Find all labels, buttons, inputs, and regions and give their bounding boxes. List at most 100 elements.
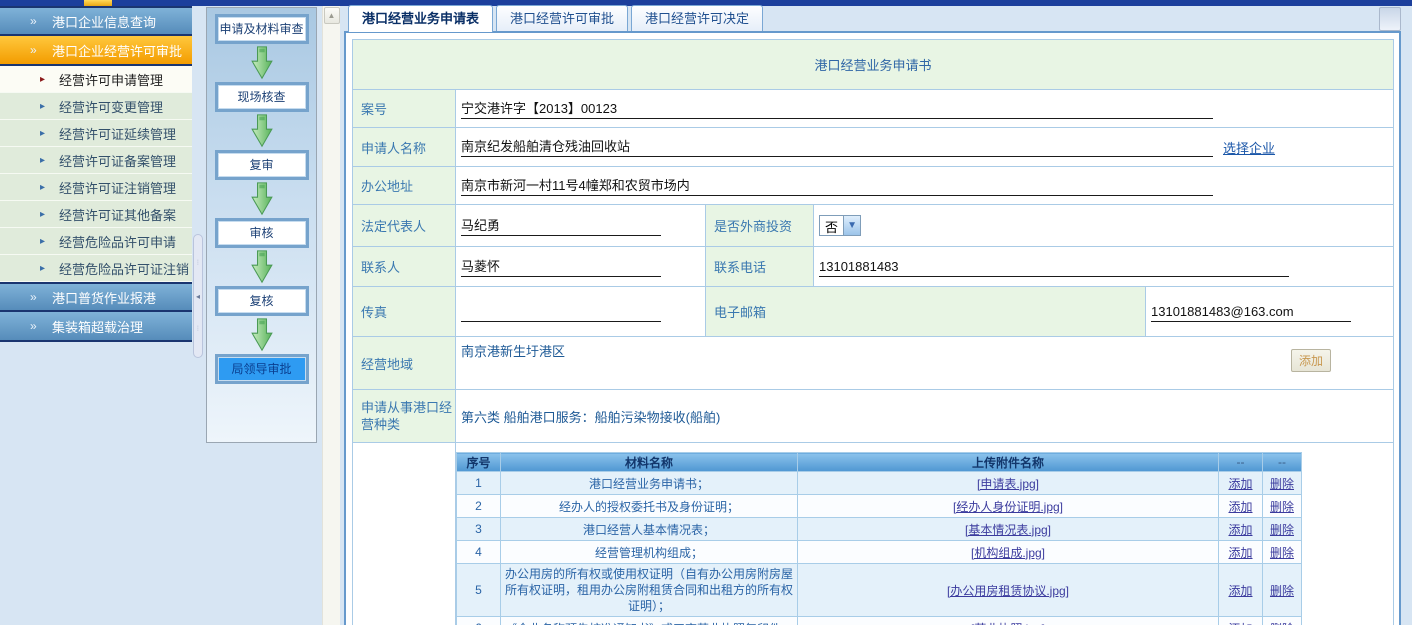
add-attachment-link[interactable]: 添加: [1228, 584, 1252, 598]
legal-rep-input[interactable]: 马纪勇: [461, 216, 661, 236]
add-attachment-link[interactable]: 添加: [1228, 546, 1252, 560]
vertical-scrollbar[interactable]: ▲: [322, 6, 340, 625]
sidebar-submenu: ▸经营许可申请管理 ▸ 经营许可变更管理 ▸ 经营许可证延续管理 ▸ 经营许可证备案管…: [0, 66, 192, 282]
material-name: 港口经营业务申请书；: [501, 472, 798, 495]
submenu-arrow-icon: ▸: [40, 182, 52, 193]
material-name: 经营管理机构组成；: [501, 541, 798, 564]
submenu-item-label: 经营许可证其他备案: [59, 205, 176, 224]
submenu-item-label: 经营许可证备案管理: [59, 151, 176, 170]
col-file-header: 上传附件名称: [798, 453, 1219, 472]
col-delete-header: --: [1263, 453, 1302, 472]
main-area: 港口经营业务申请表 港口经营许可审批 港口经营许可决定 港口经营业务申请书 案号…: [344, 5, 1403, 625]
attachment-file-link[interactable]: [办公用房租赁协议.jpg]: [947, 584, 1069, 598]
add-attachment-link[interactable]: 添加: [1228, 477, 1252, 491]
foreign-investment-value: 否: [820, 216, 843, 235]
workflow-step-site-check[interactable]: 现场核查: [215, 82, 309, 112]
submenu-item-label: 经营危险品许可申请: [59, 232, 176, 251]
submenu-arrow-icon: ▸: [40, 128, 52, 139]
table-row: 2 经办人的授权委托书及身份证明； [经办人身份证明.jpg] 添加 删除: [457, 495, 1302, 518]
sidebar-item-label: 港口企业经营许可审批: [52, 41, 182, 60]
row-no: 5: [457, 564, 501, 617]
submenu-arrow-icon: ▸: [40, 101, 52, 112]
application-form: 港口经营业务申请书 案号 宁交港许字【2013】00123 申请人名称 南京纪发…: [352, 39, 1394, 625]
material-name: 经办人的授权委托书及身份证明；: [501, 495, 798, 518]
delete-attachment-link[interactable]: 删除: [1270, 523, 1294, 537]
table-row: 1 港口经营业务申请书； [申请表.jpg] 添加 删除: [457, 472, 1302, 495]
submenu-item-label: 经营许可变更管理: [59, 97, 163, 116]
attachment-file-link[interactable]: [营业执照.jpg]: [971, 622, 1045, 625]
workflow-step-review[interactable]: 复核: [215, 286, 309, 316]
case-no-input[interactable]: 宁交港许字【2013】00123: [461, 99, 1213, 119]
attachment-file-link[interactable]: [机构组成.jpg]: [971, 546, 1045, 560]
submenu-item-danger-apply[interactable]: ▸经营危险品许可申请: [0, 228, 192, 255]
office-address-input[interactable]: 南京市新河一村11号4幢郑和农贸市场内: [461, 176, 1213, 196]
sidebar-item-license-approval[interactable]: » 港口企业经营许可审批: [0, 36, 192, 66]
contact-input[interactable]: 马菱怀: [461, 257, 661, 277]
submenu-item-license-other[interactable]: ▸经营许可证其他备案: [0, 201, 192, 228]
sidebar: » 港口企业信息查询 » 港口企业经营许可审批 ▸经营许可申请管理 ▸ 经营许可变…: [0, 6, 192, 625]
table-row: 6 《企业名称预先核准通知书》或工商营业执照复印件； [营业执照.jpg] 添加…: [457, 617, 1302, 625]
submenu-arrow-icon: ▸: [40, 155, 52, 166]
down-arrow-icon: [250, 318, 274, 352]
foreign-invest-label: 是否外商投资: [706, 205, 814, 247]
sidebar-item-container-control[interactable]: » 集装箱超载治理: [0, 312, 192, 342]
region-add-button[interactable]: 添加: [1291, 349, 1331, 372]
foreign-investment-select[interactable]: 否▼: [819, 215, 861, 236]
col-no-header: 序号: [457, 453, 501, 472]
material-name: 办公用房的所有权或使用权证明（自有办公用房附房屋所有权证明，租用办公房附租赁合同…: [501, 564, 798, 617]
sidebar-item-label: 港口普货作业报港: [52, 288, 156, 307]
email-label: 电子邮箱: [706, 287, 1146, 337]
menu-arrow-icon: »: [30, 290, 44, 304]
submenu-item-license-apply[interactable]: ▸经营许可申请管理: [0, 66, 192, 93]
region-label: 经营地域: [353, 337, 456, 390]
down-arrow-icon: [250, 114, 274, 148]
submenu-item-danger-cancel[interactable]: ▸经营危险品许可证注销: [0, 255, 192, 282]
workflow-step-director-approval[interactable]: 局领导审批: [215, 354, 309, 384]
col-material-header: 材料名称: [501, 453, 798, 472]
sidebar-item-info-query[interactable]: » 港口企业信息查询: [0, 6, 192, 36]
submenu-item-label: 经营许可证延续管理: [59, 124, 176, 143]
select-enterprise-link[interactable]: 选择企业: [1223, 141, 1275, 156]
form-content-frame: 港口经营业务申请书 案号 宁交港许字【2013】00123 申请人名称 南京纪发…: [344, 31, 1401, 625]
submenu-item-license-cancel[interactable]: ▸经营许可证注销管理: [0, 174, 192, 201]
row-no: 2: [457, 495, 501, 518]
add-attachment-link[interactable]: 添加: [1228, 500, 1252, 514]
phone-input[interactable]: 13101881483: [819, 257, 1289, 277]
applicant-input[interactable]: 南京纪发船舶清仓残油回收站: [461, 137, 1213, 157]
delete-attachment-link[interactable]: 删除: [1270, 500, 1294, 514]
submenu-item-license-record[interactable]: ▸ 经营许可证备案管理: [0, 147, 192, 174]
attachment-file-link[interactable]: [基本情况表.jpg]: [965, 523, 1051, 537]
panel-splitter[interactable]: ⋮ ◂ ⋮: [193, 234, 203, 358]
table-row: 3 港口经营人基本情况表； [基本情况表.jpg] 添加 删除: [457, 518, 1302, 541]
add-attachment-link[interactable]: 添加: [1228, 622, 1252, 625]
row-no: 1: [457, 472, 501, 495]
col-add-header: --: [1219, 453, 1263, 472]
submenu-item-license-change[interactable]: ▸ 经营许可变更管理: [0, 93, 192, 120]
sidebar-item-label: 港口企业信息查询: [52, 12, 156, 31]
fax-input[interactable]: [461, 302, 661, 322]
delete-attachment-link[interactable]: 删除: [1270, 584, 1294, 598]
down-arrow-icon: [250, 182, 274, 216]
workflow-step-material-review[interactable]: 申请及材料审查: [215, 14, 309, 44]
attachment-file-link[interactable]: [经办人身份证明.jpg]: [953, 500, 1063, 514]
material-name: 《企业名称预先核准通知书》或工商营业执照复印件；: [501, 617, 798, 625]
delete-attachment-link[interactable]: 删除: [1270, 546, 1294, 560]
scroll-up-icon[interactable]: ▲: [324, 7, 340, 24]
workflow-step-audit[interactable]: 审核: [215, 218, 309, 248]
submenu-item-license-renewal[interactable]: ▸ 经营许可证延续管理: [0, 120, 192, 147]
email-input[interactable]: 13101881483@163.com: [1151, 302, 1351, 322]
sidebar-item-cargo-report[interactable]: » 港口普货作业报港: [0, 282, 192, 312]
menu-arrow-icon: »: [30, 43, 44, 57]
delete-attachment-link[interactable]: 删除: [1270, 477, 1294, 491]
office-address-label: 办公地址: [353, 167, 456, 205]
delete-attachment-link[interactable]: 删除: [1270, 622, 1294, 625]
table-row: 4 经营管理机构组成； [机构组成.jpg] 添加 删除: [457, 541, 1302, 564]
tab-license-decision[interactable]: 港口经营许可决定: [631, 5, 763, 31]
workflow-step-recheck[interactable]: 复审: [215, 150, 309, 180]
submenu-item-label: 经营危险品许可证注销: [59, 259, 189, 278]
attachment-file-link[interactable]: [申请表.jpg]: [977, 477, 1039, 491]
tab-application-form[interactable]: 港口经营业务申请表: [348, 5, 493, 32]
tab-license-approval[interactable]: 港口经营许可审批: [496, 5, 628, 31]
collapse-arrow-icon: ◂: [196, 292, 200, 301]
add-attachment-link[interactable]: 添加: [1228, 523, 1252, 537]
